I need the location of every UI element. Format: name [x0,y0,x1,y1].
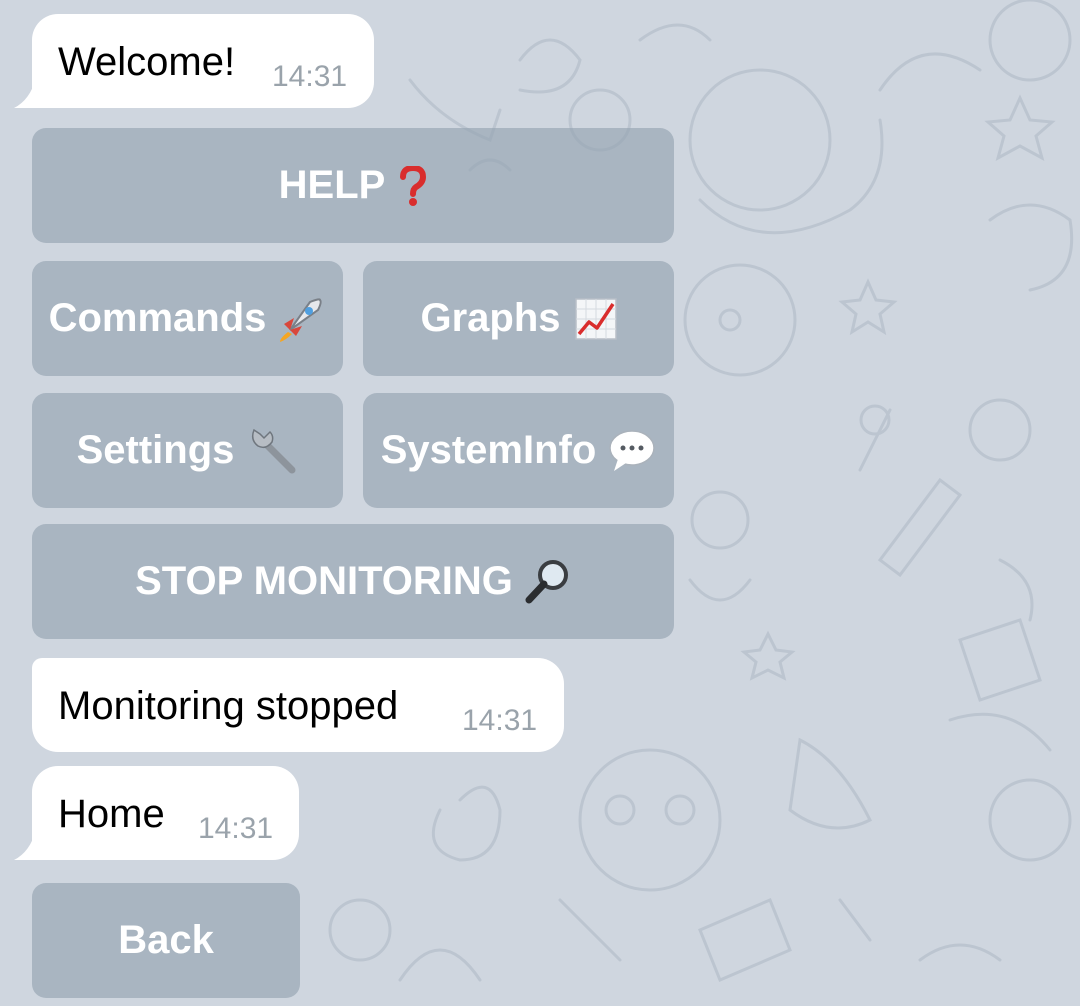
message-time: 14:31 [462,704,538,737]
help-button[interactable]: HELP [32,128,674,243]
commands-button-label: Commands [48,296,267,340]
back-button[interactable]: Back [32,883,300,998]
message-bubble-welcome: Welcome! 14:31 [14,14,374,108]
chart-increasing-icon [574,297,617,340]
help-button-label: HELP [278,163,386,207]
speech-balloon-icon [608,429,656,473]
systeminfo-button[interactable]: SystemInfo [363,393,674,508]
bubble-tail [14,78,48,108]
systeminfo-button-label: SystemInfo [380,428,597,472]
stop-monitoring-button-label: STOP MONITORING [135,559,513,603]
rocket-icon [276,294,326,344]
message-text: Welcome! [58,40,236,84]
message-bubble-home: Home 14:31 [14,766,299,860]
settings-button[interactable]: Settings [32,393,343,508]
message-text: Home [58,792,165,836]
back-button-label: Back [118,918,214,962]
message-time: 14:31 [198,812,274,845]
stop-monitoring-button[interactable]: STOP MONITORING [32,524,674,639]
message-time: 14:31 [272,60,348,93]
graphs-button[interactable]: Graphs [363,261,674,376]
red-question-mark-icon [399,165,427,206]
magnifying-glass-icon [523,558,571,606]
settings-button-label: Settings [76,428,235,472]
bubble-tail [14,830,48,860]
message-bubble-monitoring-stopped: Monitoring stopped 14:31 [32,658,564,752]
message-text: Monitoring stopped [58,684,399,728]
commands-button[interactable]: Commands [32,261,343,376]
wrench-icon [248,426,298,476]
graphs-button-label: Graphs [420,296,561,340]
